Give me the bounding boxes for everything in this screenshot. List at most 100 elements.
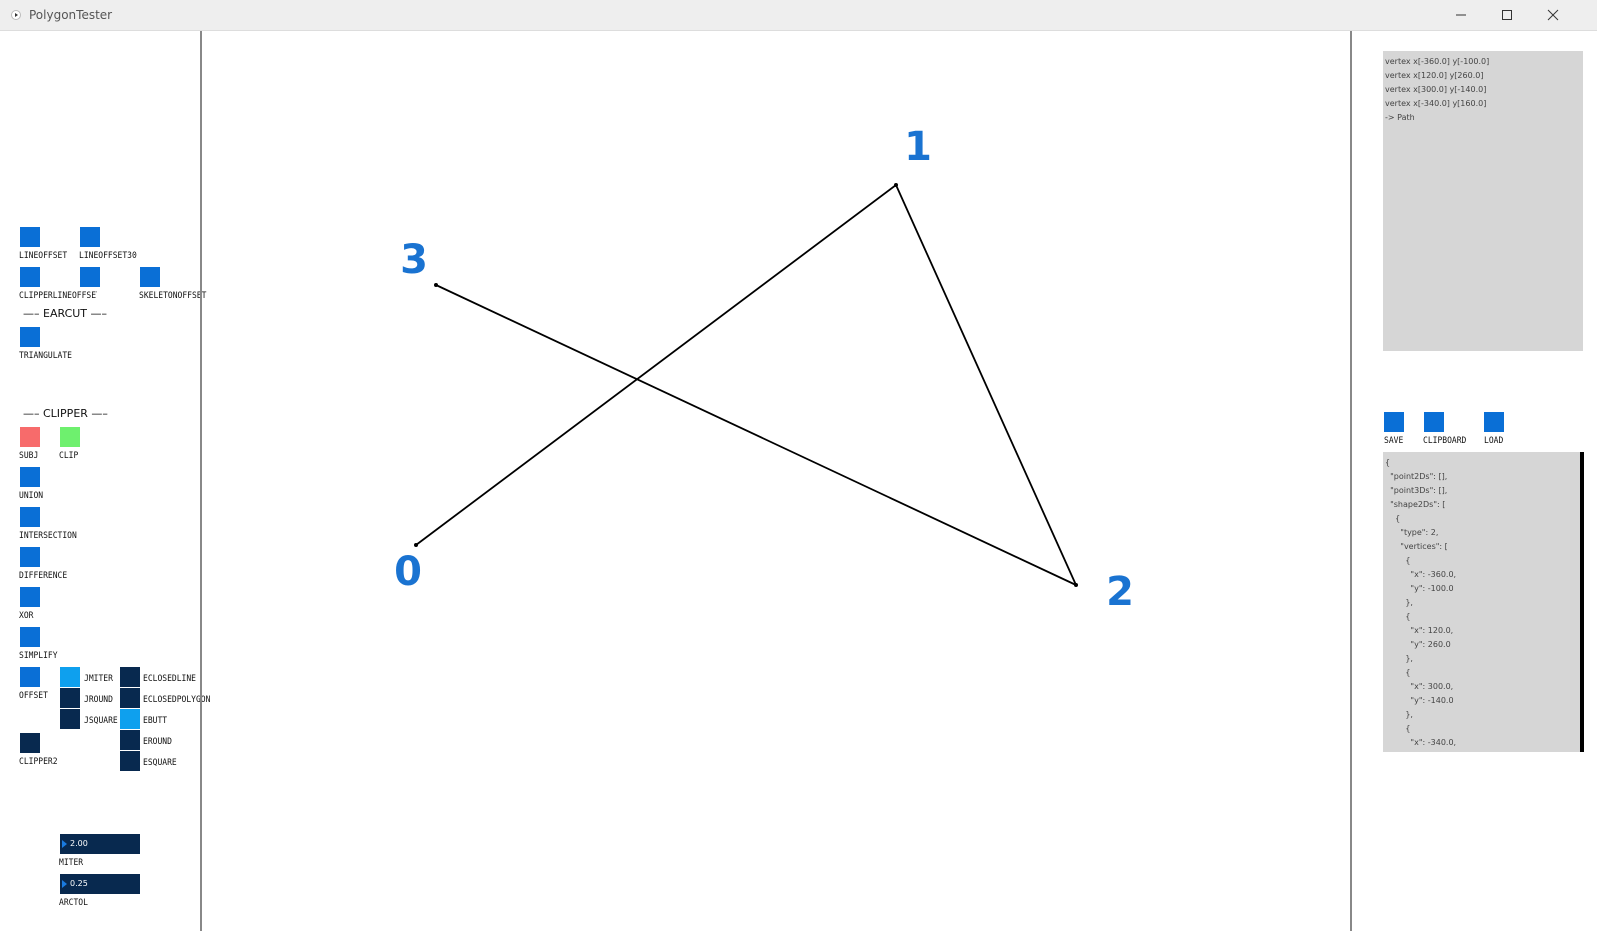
clipper2-toggle[interactable] [20,733,40,753]
arctol-value: 0.25 [70,879,88,888]
json-line: }, [1385,710,1413,719]
ebutt-toggle[interactable] [120,709,140,729]
xor-label: XOR [19,610,34,621]
arctol-label: ARCTOL [59,897,88,908]
difference-button[interactable] [20,547,40,567]
lineoffset30-label: LINEOFFSET30 [79,250,137,261]
polygon-vertices [414,183,1078,587]
json-line: { [1385,724,1411,733]
save-label: SAVE [1384,435,1404,446]
minimize-icon [1456,14,1466,16]
json-textarea[interactable]: { "point2Ds": [], "point3Ds": [], "shape… [1383,452,1583,752]
jsquare-toggle[interactable] [60,709,80,729]
close-button[interactable] [1530,0,1576,30]
xor-button[interactable] [20,587,40,607]
polygon-vertex[interactable] [894,183,898,187]
clipperlineoffset-button[interactable] [20,267,40,287]
title-bar: PolygonTester [0,0,1597,31]
json-line: }, [1385,654,1413,663]
miter-slider[interactable]: 2.00 [60,834,140,854]
json-line: "vertices": [ [1385,542,1448,551]
eclosedline-toggle[interactable] [120,667,140,687]
subj-label: SUBJ [19,450,39,461]
polygon-vertex[interactable] [1074,583,1078,587]
lineoffset30-button[interactable] [80,227,100,247]
eround-toggle[interactable] [120,730,140,750]
log-line: vertex x[120.0] y[260.0] [1385,71,1484,80]
clipper-header: —– CLIPPER —– [23,407,108,420]
intersection-label: INTERSECTION [19,530,77,541]
simplify-button[interactable] [20,627,40,647]
lineoffset-button[interactable] [20,227,40,247]
json-line: "type": 2, [1385,528,1439,537]
json-line: "y": -140.0 [1385,696,1454,705]
arctol-slider[interactable]: 0.25 [60,874,140,894]
log-line: -> Path [1385,113,1415,122]
json-line: { [1385,556,1411,565]
polygon-edge [415,184,897,546]
json-line: { [1385,668,1411,677]
json-line: "shape2Ds": [ [1385,500,1446,509]
log-line: vertex x[300.0] y[-140.0] [1385,85,1487,94]
load-button[interactable] [1484,412,1504,432]
triangulate-button[interactable] [20,327,40,347]
left-control-panel: LINEOFFSET LINEOFFSET30 CLIPPERLINEOFFSE… [0,31,210,931]
maximize-button[interactable] [1484,0,1530,30]
json-line: "x": -360.0, [1385,570,1457,579]
offset-button[interactable] [20,667,40,687]
skeletonoffset-button[interactable] [140,267,160,287]
simplify-label: SIMPLIFY [19,650,58,661]
jmiter-toggle[interactable] [60,667,80,687]
polygon-edge [895,184,1077,586]
close-icon [1547,9,1559,21]
json-line: "y": 260.0 [1385,640,1451,649]
jround-label: JROUND [84,694,113,705]
maximize-icon [1502,10,1512,20]
clipboard-button[interactable] [1424,412,1444,432]
eround-label: EROUND [143,736,172,747]
json-line: "x": -340.0, [1385,738,1457,747]
drawing-canvas[interactable]: 0 1 2 3 [202,31,1350,931]
difference-label: DIFFERENCE [19,570,68,581]
right-divider[interactable] [1350,31,1352,931]
skeletonoffset-label: SKELETONOFFSET [139,290,207,301]
vertex-index-label: 0 [394,549,422,595]
vertex-labels: 0 1 2 3 [394,124,1134,615]
clipboard-label: CLIPBOARD [1423,435,1467,446]
polygon-vertex[interactable] [434,283,438,287]
json-scrollbar[interactable] [1580,452,1584,752]
polygon-vertex[interactable] [414,543,418,547]
jround-toggle[interactable] [60,688,80,708]
clipperlineoffset-secondary-button[interactable] [80,267,100,287]
vertex-index-label: 3 [400,237,428,283]
lineoffset-label: LINEOFFSET [19,250,68,261]
vertex-index-label: 1 [904,124,932,170]
union-button[interactable] [20,467,40,487]
save-button[interactable] [1384,412,1404,432]
eclosedline-label: ECLOSEDLINE [143,673,196,684]
miter-label: MITER [59,857,84,868]
json-line: "x": 120.0, [1385,626,1454,635]
polygon-edge [435,284,1077,586]
log-line: vertex x[-360.0] y[-100.0] [1385,57,1490,66]
triangulate-label: TRIANGULATE [19,350,72,361]
slider-handle-icon [62,880,67,888]
json-line: "y": -100.0 [1385,584,1454,593]
json-line: }, [1385,598,1413,607]
load-label: LOAD [1484,435,1504,446]
intersection-button[interactable] [20,507,40,527]
esquare-toggle[interactable] [120,751,140,771]
polygon-edges [415,184,1077,586]
json-line: { [1385,458,1391,467]
polygon-drawing[interactable]: 0 1 2 3 [202,31,1350,931]
subj-button[interactable] [20,427,40,447]
clip-button[interactable] [60,427,80,447]
json-line: { [1385,514,1401,523]
vertex-index-label: 2 [1106,569,1134,615]
log-output: vertex x[-360.0] y[-100.0] vertex x[120.… [1383,51,1583,351]
union-label: UNION [19,490,44,501]
minimize-button[interactable] [1438,0,1484,30]
eclosedpolygon-toggle[interactable] [120,688,140,708]
earcut-header: —– EARCUT —– [23,307,108,320]
json-line: "point2Ds": [], [1385,472,1448,481]
